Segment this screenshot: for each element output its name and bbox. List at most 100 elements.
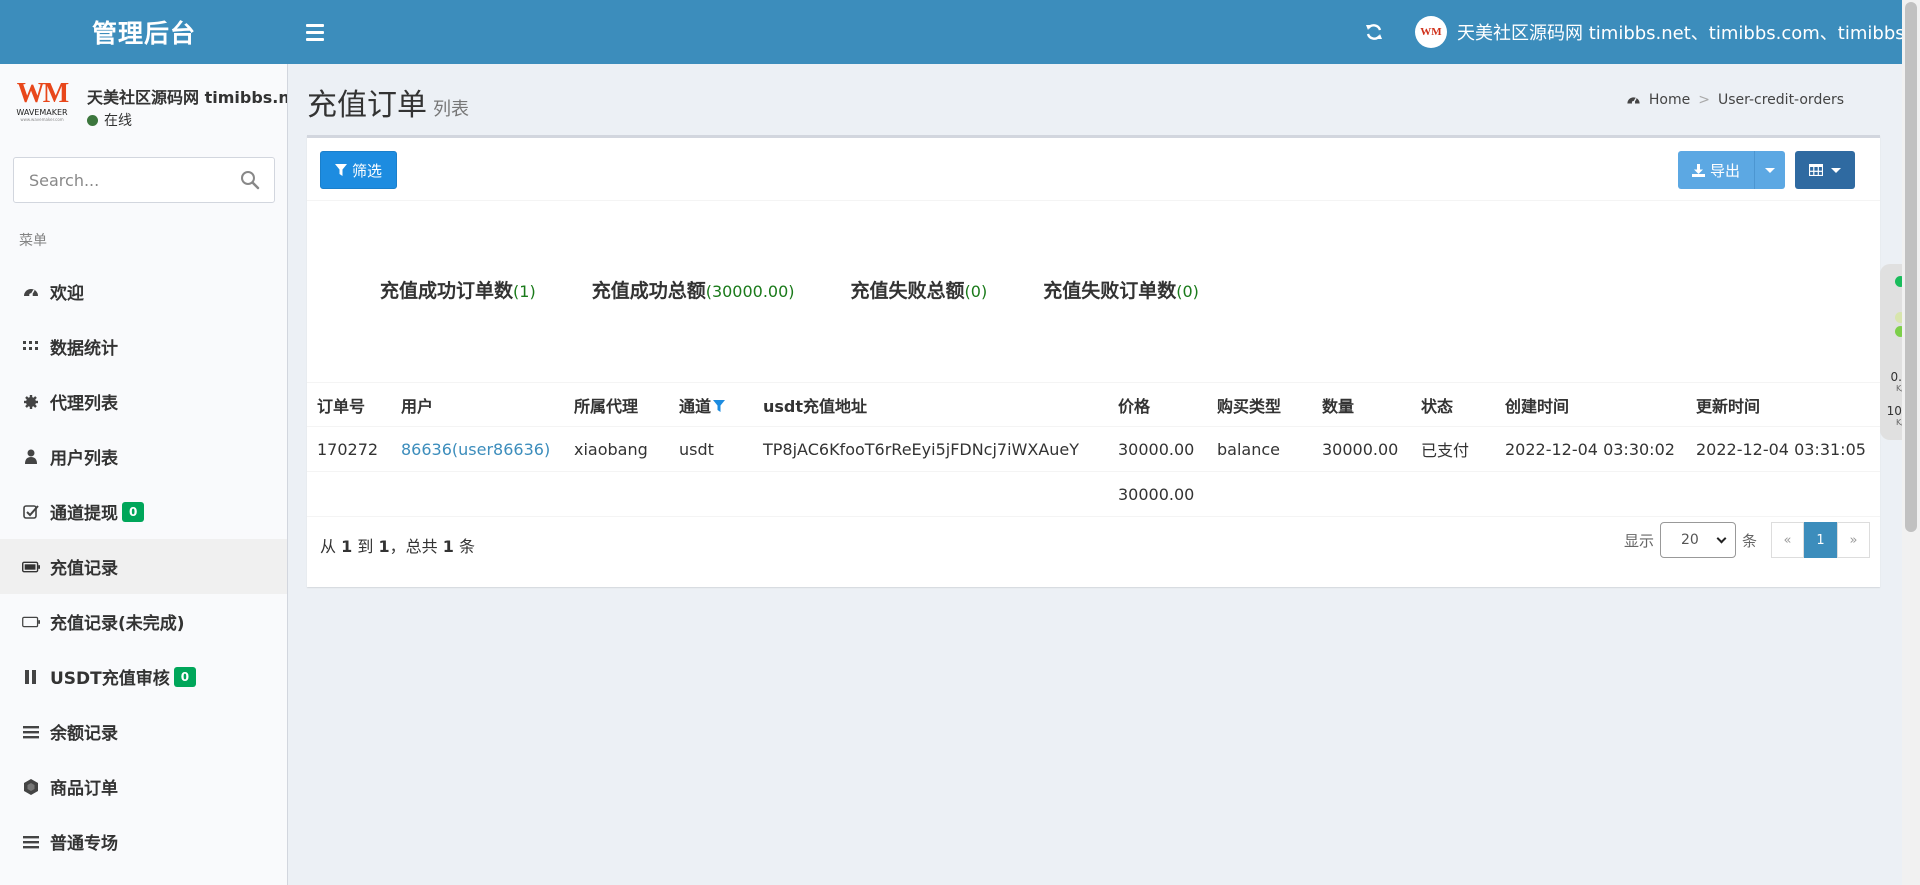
sidebar-item-balance-records[interactable]: 余额记录 — [0, 704, 287, 759]
app-logo[interactable]: 管理后台 — [0, 0, 288, 64]
column-filter-icon[interactable] — [713, 399, 726, 416]
sidebar-item-statistics[interactable]: 数据统计 — [0, 319, 287, 374]
grid-dots-icon — [22, 338, 40, 356]
refresh-button[interactable] — [1360, 18, 1388, 46]
sidebar-item-withdrawals[interactable]: 通道提现 0 — [0, 484, 287, 539]
sidebar-toggle-button[interactable] — [300, 17, 330, 47]
column-header-purchase-type[interactable]: 购买类型 — [1207, 382, 1312, 427]
logo-subtext: WAVEMAKER — [16, 108, 68, 117]
user-icon — [22, 448, 40, 466]
total-cell-empty — [1312, 471, 1411, 517]
stat-fail-count: 充值失败订单数(0) — [1043, 276, 1199, 303]
menu-header: 菜单 — [19, 233, 47, 249]
breadcrumb-current: User-credit-orders — [1717, 92, 1844, 108]
column-header-channel[interactable]: 通道 — [669, 382, 753, 427]
pagination-text: 到 — [357, 537, 374, 556]
user-menu[interactable]: WM 天美社区源码网 timibbs.net、timibbs.com、timib… — [1415, 14, 1920, 50]
page-subtitle: 列表 — [433, 99, 469, 120]
column-header-usdt-address[interactable]: usdt充值地址 — [753, 382, 1108, 427]
hamburger-icon — [306, 23, 324, 27]
page-button-1[interactable]: 1 — [1804, 522, 1837, 558]
sidebar-item-label: 余额记录 — [50, 724, 118, 744]
table-icon — [1809, 164, 1823, 176]
stat-success-count: 充值成功订单数(1) — [380, 276, 536, 303]
table-header-row: 订单号 用户 所属代理 通道 usdt充值地址 价格 购买类型 数量 状态 创建… — [307, 382, 1880, 427]
prev-page-button[interactable]: « — [1771, 522, 1804, 558]
per-page-select[interactable]: 20 — [1659, 522, 1736, 558]
table-row: 170272 86636(user86636) xiaobang usdt TP… — [307, 426, 1880, 472]
stat-value: (1) — [513, 282, 536, 301]
search-button[interactable] — [240, 170, 262, 192]
page-title-text: 充值订单 — [307, 88, 427, 123]
cell-quantity: 30000.00 — [1312, 426, 1411, 472]
sidebar-item-label: 欢迎 — [50, 284, 84, 304]
column-header-price[interactable]: 价格 — [1108, 382, 1207, 427]
sidebar-item-agents[interactable]: 代理列表 — [0, 374, 287, 429]
total-price: 30000.00 — [1108, 471, 1207, 517]
search-input[interactable] — [14, 158, 229, 202]
dashboard-icon — [22, 283, 40, 301]
export-dropdown-button[interactable] — [1755, 151, 1786, 189]
sidebar-item-recharge-records[interactable]: 充值记录 — [0, 539, 287, 594]
cell-agent: xiaobang — [564, 426, 669, 472]
total-cell-empty — [1207, 471, 1312, 517]
per-page-label: 显示 — [1623, 531, 1654, 550]
user-status: 在线 — [87, 110, 132, 130]
cell-user: 86636(user86636) — [391, 426, 564, 472]
filter-button-label: 筛选 — [352, 161, 383, 180]
per-page-suffix: 条 — [1741, 531, 1757, 550]
column-header-quantity[interactable]: 数量 — [1312, 382, 1411, 427]
gear-icon — [22, 393, 40, 411]
column-header-status[interactable]: 状态 — [1411, 382, 1495, 427]
sidebar-item-users[interactable]: 用户列表 — [0, 429, 287, 484]
sidebar-item-general-zone[interactable]: 普通专场 — [0, 814, 287, 869]
export-button-group: 导出 — [1678, 151, 1786, 189]
user-panel-name: 天美社区源码网 timibbs.net — [87, 88, 288, 107]
breadcrumb-home-link[interactable]: Home — [1649, 92, 1690, 108]
sidebar-item-welcome[interactable]: 欢迎 — [0, 264, 287, 319]
cell-status: 已支付 — [1411, 426, 1495, 472]
sidebar-item-recharge-incomplete[interactable]: 充值记录(未完成) — [0, 594, 287, 649]
pagination-summary: 从 1 到 1，总共 1 条 — [320, 533, 475, 557]
checkbox-icon — [22, 503, 40, 521]
user-panel: WM WAVEMAKER www.wavemaker.com 天美社区源码网 t… — [12, 80, 288, 140]
column-header-user[interactable]: 用户 — [391, 382, 564, 427]
total-cell-empty — [391, 471, 564, 517]
page-scrollbar[interactable] — [1902, 0, 1920, 885]
stat-value: (0) — [1176, 282, 1199, 301]
sidebar-item-label: 充值记录(未完成) — [50, 614, 185, 634]
total-cell-empty — [669, 471, 753, 517]
sidebar-item-label: 充值记录 — [50, 559, 118, 579]
sidebar: WM WAVEMAKER www.wavemaker.com 天美社区源码网 t… — [0, 64, 288, 885]
column-header-updated-at[interactable]: 更新时间 — [1686, 382, 1880, 427]
orders-table: 订单号 用户 所属代理 通道 usdt充值地址 价格 购买类型 数量 状态 创建… — [307, 382, 1880, 517]
next-page-button[interactable]: » — [1837, 522, 1870, 558]
hamburger-icon-line — [306, 37, 324, 41]
stat-label: 充值失败总额 — [850, 280, 965, 302]
export-button[interactable]: 导出 — [1678, 151, 1756, 189]
pagination-text: ，总共 — [389, 537, 438, 556]
battery-full-icon — [22, 558, 40, 576]
sidebar-item-product-orders[interactable]: 商品订单 — [0, 759, 287, 814]
count-badge: 0 — [122, 501, 145, 522]
stat-value: (0) — [964, 282, 988, 301]
sidebar-item-label: 商品订单 — [50, 779, 118, 799]
filter-button[interactable]: 筛选 — [320, 151, 398, 189]
sidebar-item-usdt-review[interactable]: USDT充值审核 0 — [0, 649, 287, 704]
stat-label: 充值失败订单数 — [1043, 280, 1177, 302]
stat-fail-total: 充值失败总额(0) — [851, 276, 988, 303]
user-link[interactable]: 86636(user86636) — [401, 440, 550, 459]
scrollbar-thumb[interactable] — [1905, 2, 1917, 532]
stat-value: (30000.00) — [705, 282, 795, 301]
list-icon — [22, 833, 40, 851]
cell-created-at: 2022-12-04 03:30:02 — [1495, 426, 1686, 472]
sidebar-search — [13, 157, 275, 203]
top-navbar: 管理后台 WM 天美社区源码网 timibbs.net、timibbs.com、… — [0, 0, 1920, 64]
column-header-agent[interactable]: 所属代理 — [564, 382, 669, 427]
column-header-created-at[interactable]: 创建时间 — [1495, 382, 1686, 427]
list-icon — [22, 723, 40, 741]
column-header-order-id[interactable]: 订单号 — [307, 382, 391, 427]
columns-toggle-button[interactable] — [1795, 151, 1855, 189]
pagination-total: 1 — [442, 537, 454, 556]
cell-updated-at: 2022-12-04 03:31:05 — [1686, 426, 1880, 472]
